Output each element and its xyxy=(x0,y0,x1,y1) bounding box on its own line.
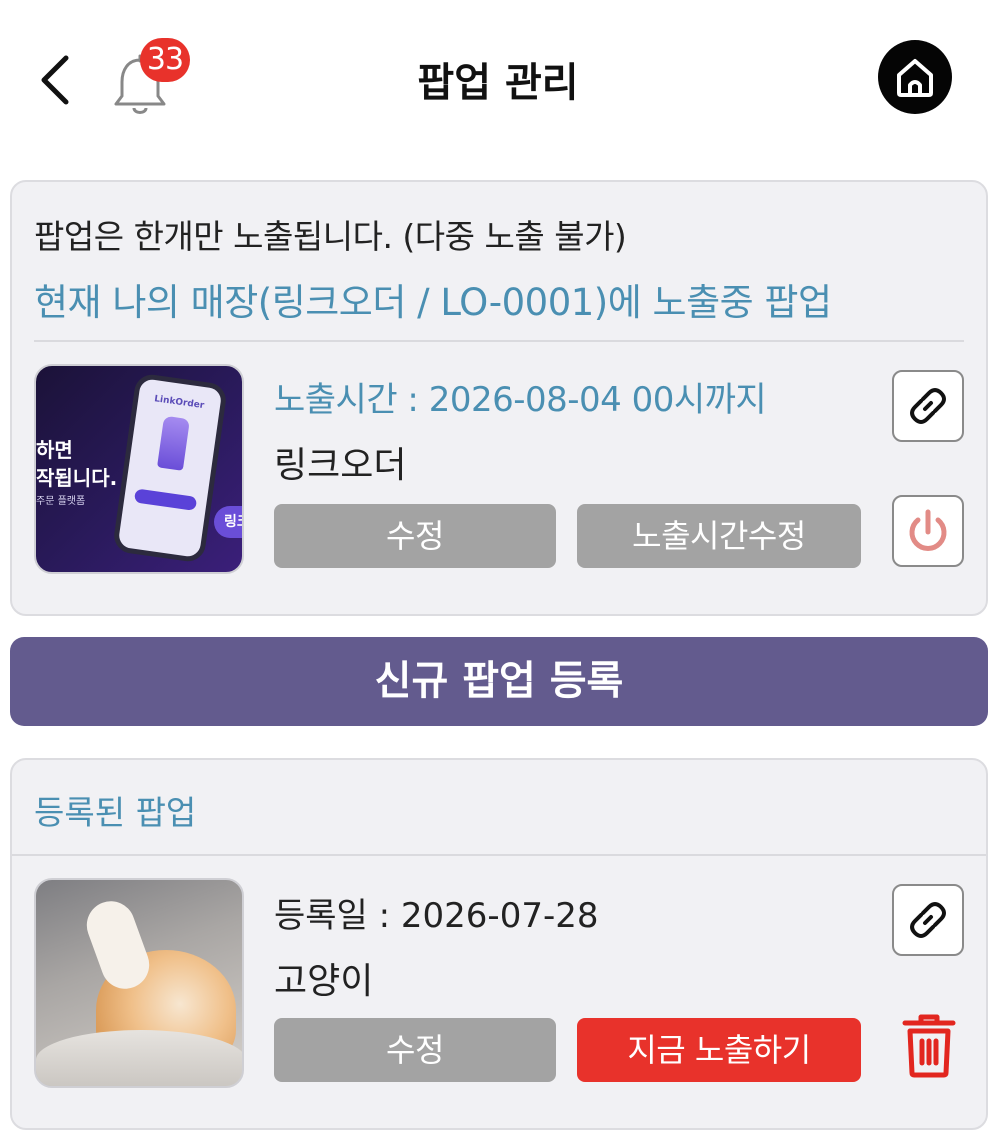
registered-popups-card: 등록된 팝업 등록일 : 2026-07-28 고양이 수정 지금 노출하기 xyxy=(10,758,988,1130)
home-icon xyxy=(897,59,933,97)
copy-link-button[interactable] xyxy=(892,370,964,442)
phone-button-graphic xyxy=(133,488,198,511)
thumbnail-pill: 링크 xyxy=(214,506,242,538)
power-toggle-button[interactable] xyxy=(892,495,964,567)
thumbnail-text: 작됩니다. xyxy=(36,466,118,490)
edit-button[interactable]: 수정 xyxy=(274,1018,556,1082)
trash-icon xyxy=(902,1014,956,1078)
popup-name: 고양이 xyxy=(274,961,374,1002)
link-icon xyxy=(910,388,946,424)
delete-button[interactable] xyxy=(894,1008,964,1084)
divider xyxy=(12,854,986,856)
phone-mockup: LinkOrder xyxy=(111,372,229,564)
page-title: 팝업 관리 xyxy=(417,60,579,106)
registered-popups-title: 등록된 팝업 xyxy=(34,793,197,832)
current-store-popup-label: 현재 나의 매장(링크오더 / LO-0001)에 노출중 팝업 xyxy=(34,281,832,324)
new-popup-button[interactable]: 신규 팝업 등록 xyxy=(10,637,988,726)
show-now-button[interactable]: 지금 노출하기 xyxy=(577,1018,861,1082)
power-icon xyxy=(909,509,947,551)
blanket xyxy=(36,1030,242,1086)
edit-button[interactable]: 수정 xyxy=(274,504,556,568)
home-button[interactable] xyxy=(878,40,952,114)
registered-popup-thumbnail[interactable] xyxy=(34,878,244,1088)
copy-link-button[interactable] xyxy=(892,884,964,956)
product-bottle xyxy=(156,415,190,471)
popup-name: 링크오더 xyxy=(274,445,407,486)
edit-display-time-button[interactable]: 노출시간수정 xyxy=(577,504,861,568)
current-popup-card: 팝업은 한개만 노출됩니다. (다중 노출 불가) 현재 나의 매장(링크오더 … xyxy=(10,180,988,616)
thumbnail-text: 주문 플랫폼 xyxy=(36,496,86,507)
app-header: 33 팝업 관리 xyxy=(0,0,996,160)
current-popup-thumbnail[interactable]: 하면 작됩니다. 주문 플랫폼 LinkOrder 링크 xyxy=(34,364,244,574)
registered-date-label: 등록일 : 2026-07-28 xyxy=(274,896,599,936)
single-popup-notice: 팝업은 한개만 노출됩니다. (다중 노출 불가) xyxy=(34,217,627,256)
display-time-label: 노출시간 : 2026-08-04 00시까지 xyxy=(274,380,767,420)
phone-brand-text: LinkOrder xyxy=(153,394,205,412)
link-icon xyxy=(910,902,946,938)
thumbnail-text: 하면 xyxy=(36,438,73,462)
divider xyxy=(34,340,964,342)
